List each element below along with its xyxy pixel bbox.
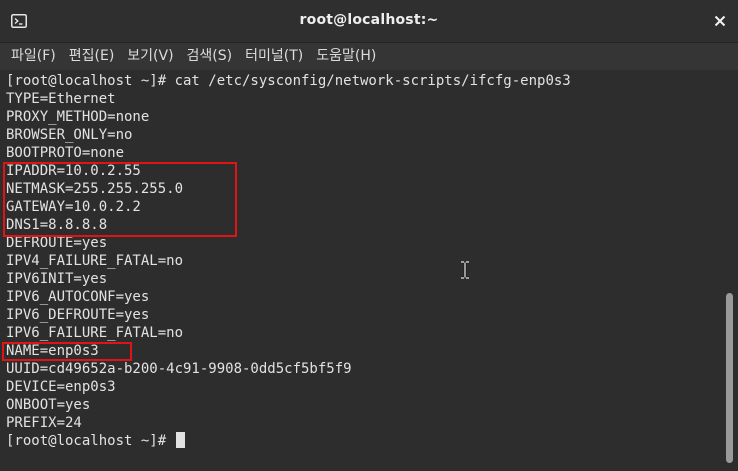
output-line-netmask: NETMASK=255.255.255.0 — [6, 181, 184, 197]
text-cursor — [175, 432, 185, 448]
title-bar[interactable]: root@localhost:~ — [0, 0, 738, 43]
window-title: root@localhost:~ — [299, 12, 439, 28]
output-line: DEVICE=enp0s3 — [6, 379, 116, 395]
output-line: ONBOOT=yes — [6, 397, 91, 413]
terminal-window: root@localhost:~ 파일(F) 편집(E) 보기(V) 검색(S)… — [0, 0, 738, 471]
scrollbar-thumb[interactable] — [726, 293, 733, 463]
output-line-ipaddr: IPADDR=10.0.2.55 — [6, 163, 141, 179]
output-line: DEFROUTE=yes — [6, 235, 108, 251]
output-line: IPV6_DEFROUTE=yes — [6, 307, 150, 323]
menu-file[interactable]: 파일(F) — [6, 43, 61, 70]
output-line: TYPE=Ethernet — [6, 91, 116, 107]
menu-view[interactable]: 보기(V) — [122, 43, 178, 70]
menu-edit[interactable]: 편집(E) — [64, 43, 120, 70]
output-line: IPV6_AUTOCONF=yes — [6, 289, 150, 305]
menu-search[interactable]: 검색(S) — [182, 43, 238, 70]
output-line: BOOTPROTO=none — [6, 145, 125, 161]
ibeam-cursor-icon — [460, 260, 470, 280]
output-line: UUID=cd49652a-b200-4c91-9908-0dd5cf5bf5f… — [6, 361, 352, 377]
output-line: IPV6INIT=yes — [6, 271, 108, 287]
output-line: IPV4_FAILURE_FATAL=no — [6, 253, 184, 269]
output-line-dns: DNS1=8.8.8.8 — [6, 217, 108, 233]
menu-help[interactable]: 도움말(H) — [311, 43, 381, 70]
vertical-scrollbar[interactable] — [718, 71, 738, 471]
close-icon — [714, 12, 726, 31]
output-line: BROWSER_ONLY=no — [6, 127, 133, 143]
output-line: PREFIX=24 — [6, 415, 82, 431]
terminal-output[interactable]: [root@localhost ~]# cat /etc/sysconfig/n… — [0, 71, 718, 471]
output-line-name: NAME=enp0s3 — [6, 343, 99, 359]
menu-bar: 파일(F) 편집(E) 보기(V) 검색(S) 터미널(T) 도움말(H) — [0, 43, 738, 70]
terminal-lines: [root@localhost ~]# cat /etc/sysconfig/n… — [6, 72, 571, 450]
shell-prompt: [root@localhost ~]# — [6, 433, 175, 449]
menu-terminal[interactable]: 터미널(T) — [240, 43, 308, 70]
output-line: IPV6_FAILURE_FATAL=no — [6, 325, 184, 341]
output-line-gateway: GATEWAY=10.0.2.2 — [6, 199, 141, 215]
prompt-line[interactable]: [root@localhost ~]# — [6, 432, 571, 450]
command-line: [root@localhost ~]# cat /etc/sysconfig/n… — [6, 73, 571, 89]
close-button[interactable] — [708, 9, 732, 33]
output-line: PROXY_METHOD=none — [6, 109, 150, 125]
